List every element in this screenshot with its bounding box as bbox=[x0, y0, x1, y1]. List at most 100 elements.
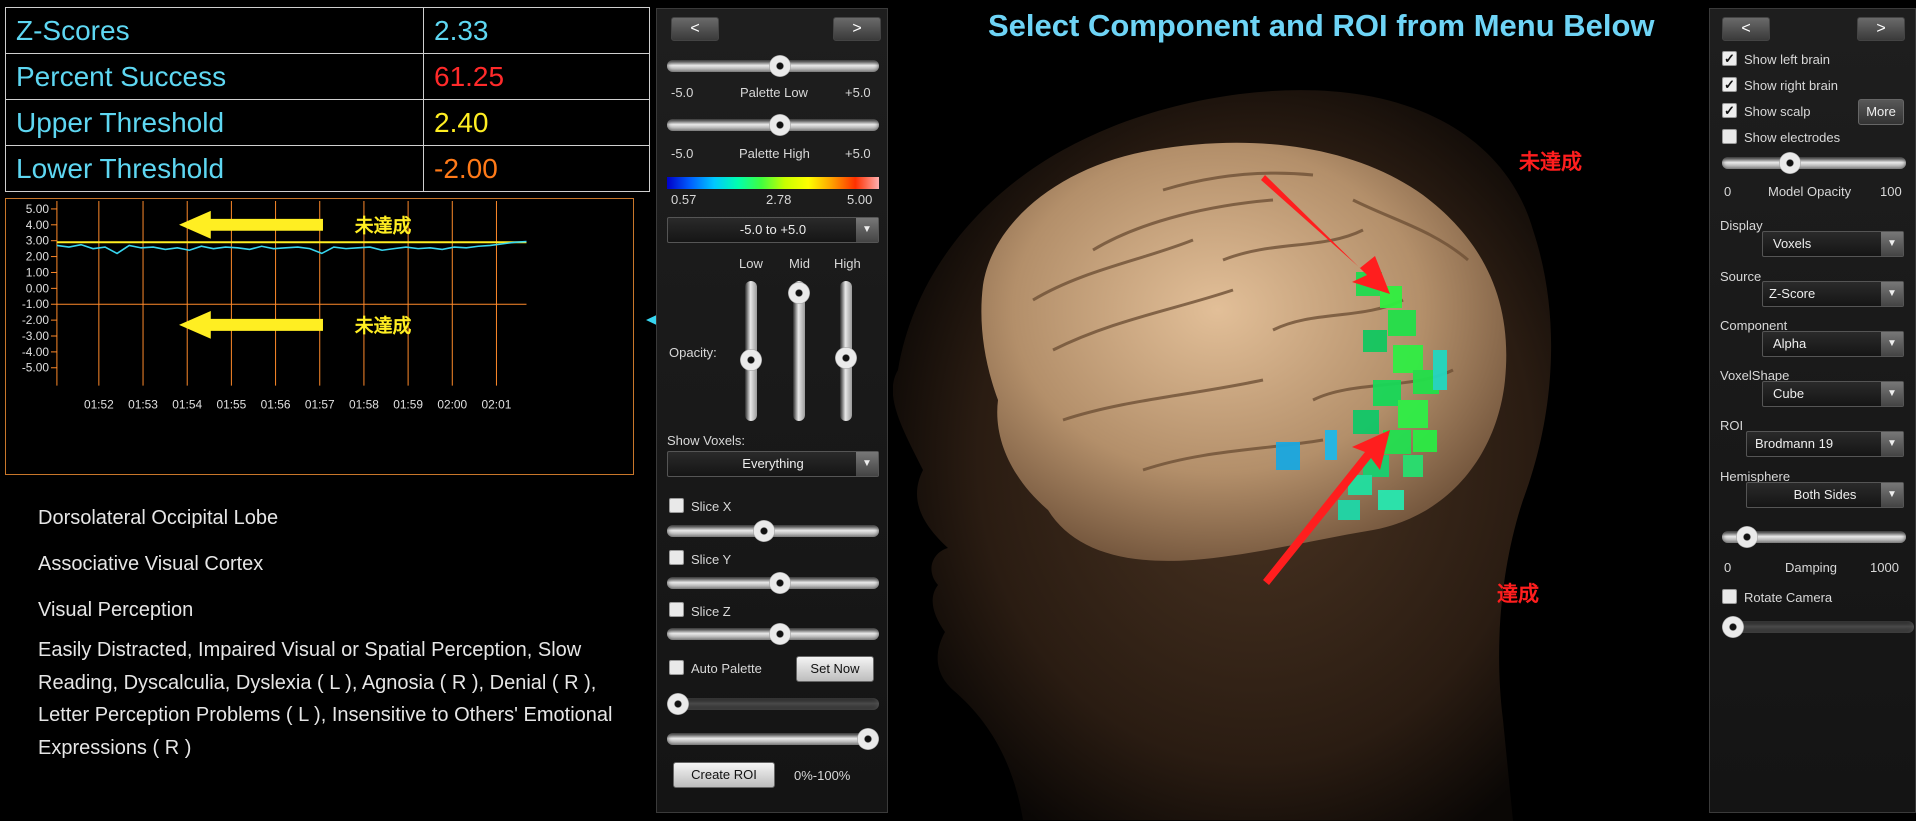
show-scalp-checkbox[interactable]: ✓ bbox=[1722, 103, 1737, 118]
color-palette-bar bbox=[667, 177, 879, 189]
y-tick-label: -2.00 bbox=[22, 313, 50, 327]
show-electrodes-label: Show electrodes bbox=[1744, 130, 1841, 145]
palette-max-slider[interactable] bbox=[667, 728, 879, 750]
slider-knob[interactable] bbox=[1736, 526, 1758, 548]
view-control-panel: < > ✓ Show left brain ✓ Show right brain… bbox=[1709, 8, 1916, 813]
show-electrodes-checkbox[interactable] bbox=[1722, 129, 1737, 144]
yellow-arrow bbox=[179, 210, 323, 239]
model-opacity-slider[interactable] bbox=[1722, 152, 1906, 174]
prev-button[interactable]: < bbox=[1722, 17, 1770, 41]
slice-y-label: Slice Y bbox=[691, 552, 732, 567]
slider-label: Damping bbox=[1785, 560, 1838, 575]
x-tick-label: 01:58 bbox=[349, 397, 379, 411]
chevron-down-icon[interactable]: ▼ bbox=[1881, 483, 1903, 507]
slider-knob[interactable] bbox=[753, 520, 775, 542]
slider-knob[interactable] bbox=[740, 349, 762, 371]
slider-min: -5.0 bbox=[671, 85, 694, 100]
y-tick-label: -3.00 bbox=[22, 329, 50, 343]
slider-knob[interactable] bbox=[667, 693, 689, 715]
opacity-low-slider[interactable] bbox=[740, 281, 762, 421]
arrow-achieved bbox=[1263, 430, 1390, 585]
show-left-brain-checkbox[interactable]: ✓ bbox=[1722, 51, 1737, 66]
opacity-mid-label: Mid bbox=[789, 256, 810, 271]
description-item: Visual Perception bbox=[38, 599, 194, 621]
palette-control-panel: < > -5.0 Palette Low +5.0 -5.0 Palette H… bbox=[656, 8, 888, 813]
brain-3d-viewer[interactable]: 未達成 達成 bbox=[893, 0, 1708, 821]
more-button[interactable]: More bbox=[1858, 99, 1904, 125]
slider-knob[interactable] bbox=[1722, 616, 1744, 638]
opacity-low-label: Low bbox=[739, 256, 763, 271]
stat-value: 2.33 bbox=[423, 7, 650, 54]
next-button[interactable]: > bbox=[1857, 17, 1905, 41]
show-voxels-select[interactable]: Everything ▼ bbox=[667, 451, 879, 477]
slider-label: Palette High bbox=[739, 146, 810, 161]
opacity-high-slider[interactable] bbox=[835, 281, 857, 421]
slider-knob[interactable] bbox=[769, 623, 791, 645]
roi-range-label: 0%-100% bbox=[794, 768, 851, 783]
chevron-down-icon[interactable]: ▼ bbox=[1881, 232, 1903, 256]
chevron-down-icon[interactable]: ▼ bbox=[1881, 432, 1903, 456]
stat-row-lower-threshold: Lower Threshold -2.00 bbox=[5, 145, 650, 192]
slider-knob[interactable] bbox=[769, 55, 791, 77]
x-tick-label: 01:52 bbox=[84, 397, 114, 411]
slice-z-checkbox[interactable] bbox=[669, 602, 684, 617]
prev-button[interactable]: < bbox=[671, 17, 719, 41]
slider-knob[interactable] bbox=[788, 282, 810, 304]
auto-palette-checkbox[interactable] bbox=[669, 660, 684, 675]
slice-x-checkbox[interactable] bbox=[669, 498, 684, 513]
set-now-button[interactable]: Set Now bbox=[796, 656, 874, 682]
slider-knob[interactable] bbox=[1779, 152, 1801, 174]
annotation-arrows bbox=[1261, 175, 1390, 585]
next-button[interactable]: > bbox=[833, 17, 881, 41]
slice-x-label: Slice X bbox=[691, 499, 732, 514]
slider-knob[interactable] bbox=[835, 347, 857, 369]
source-select[interactable]: Z-Score ▼ bbox=[1762, 281, 1904, 307]
stat-row-zscore: Z-Scores 2.33 bbox=[5, 7, 650, 54]
stat-label: Upper Threshold bbox=[5, 99, 424, 146]
slice-y-checkbox[interactable] bbox=[669, 550, 684, 565]
slider-knob[interactable] bbox=[769, 572, 791, 594]
palette-min-slider[interactable] bbox=[667, 693, 879, 715]
slider-min: 0 bbox=[1724, 560, 1732, 575]
range-select[interactable]: -5.0 to +5.0 ▼ bbox=[667, 217, 879, 243]
chevron-down-icon[interactable]: ▼ bbox=[1881, 282, 1903, 306]
x-tick-label: 01:53 bbox=[128, 397, 158, 411]
chevron-down-icon[interactable]: ▼ bbox=[1881, 382, 1903, 406]
hemisphere-select[interactable]: Both Sides ▼ bbox=[1746, 482, 1904, 508]
x-tick-label: 01:55 bbox=[216, 397, 246, 411]
select-value: Cube bbox=[1773, 386, 1805, 401]
show-right-brain-label: Show right brain bbox=[1744, 78, 1838, 93]
voxel-shape-select[interactable]: Cube ▼ bbox=[1762, 381, 1904, 407]
stat-row-upper-threshold: Upper Threshold 2.40 bbox=[5, 99, 650, 146]
chevron-down-icon[interactable]: ▼ bbox=[1881, 332, 1903, 356]
show-scalp-label: Show scalp bbox=[1744, 104, 1811, 119]
roi-select[interactable]: Brodmann 19 ▼ bbox=[1746, 431, 1904, 457]
chevron-down-icon[interactable]: ▼ bbox=[856, 218, 878, 242]
slider-knob[interactable] bbox=[769, 114, 791, 136]
slider-knob[interactable] bbox=[857, 728, 879, 750]
rotate-camera-checkbox[interactable] bbox=[1722, 589, 1737, 604]
slice-z-slider[interactable] bbox=[667, 623, 879, 645]
x-tick-label: 02:01 bbox=[482, 397, 512, 411]
chart-annotation-label: 未達成 bbox=[355, 214, 412, 236]
palette-low-slider[interactable] bbox=[667, 55, 879, 77]
camera-speed-slider[interactable] bbox=[1722, 616, 1914, 638]
select-value: -5.0 to +5.0 bbox=[739, 222, 807, 237]
create-roi-button[interactable]: Create ROI bbox=[673, 762, 775, 788]
slice-x-slider[interactable] bbox=[667, 520, 879, 542]
slider-min: -5.0 bbox=[671, 146, 694, 161]
display-select[interactable]: Voxels ▼ bbox=[1762, 231, 1904, 257]
select-value: Everything bbox=[742, 456, 804, 471]
slider-label: Palette Low bbox=[740, 85, 808, 100]
opacity-mid-slider[interactable] bbox=[788, 281, 810, 421]
yellow-arrow bbox=[179, 310, 323, 339]
show-right-brain-checkbox[interactable]: ✓ bbox=[1722, 77, 1737, 92]
select-value: Alpha bbox=[1773, 336, 1807, 351]
slice-y-slider[interactable] bbox=[667, 572, 879, 594]
slider-max: 1000 bbox=[1870, 560, 1899, 575]
colorbar-max: 5.00 bbox=[847, 192, 873, 207]
damping-slider[interactable] bbox=[1722, 526, 1906, 548]
component-select[interactable]: Alpha ▼ bbox=[1762, 331, 1904, 357]
palette-high-slider[interactable] bbox=[667, 114, 879, 136]
chevron-down-icon[interactable]: ▼ bbox=[856, 452, 878, 476]
